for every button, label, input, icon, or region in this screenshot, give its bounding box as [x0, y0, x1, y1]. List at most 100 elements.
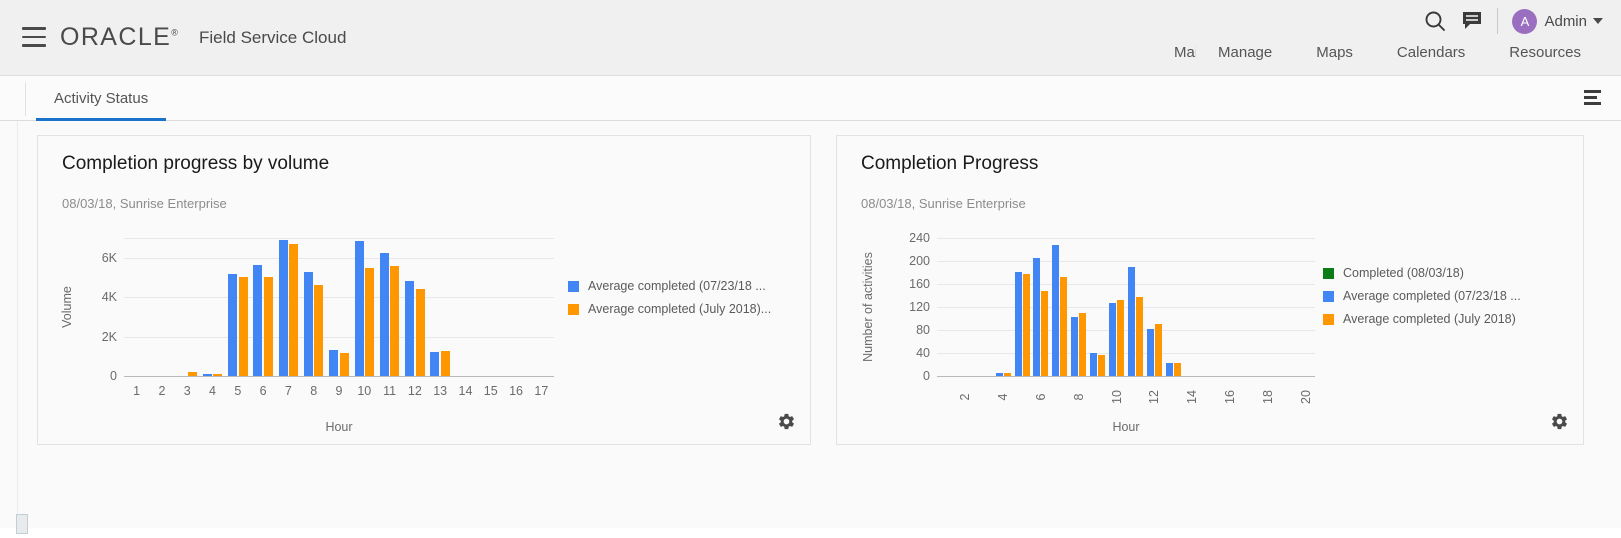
plot-area: 02K4K6K	[124, 238, 554, 376]
left-rail	[17, 121, 18, 538]
bar[interactable]	[1098, 355, 1105, 376]
main-navigation: Main Manage Maps Calendars Resources	[1152, 44, 1603, 61]
list-bar	[1584, 96, 1597, 99]
card-title: Completion Progress	[861, 153, 1038, 175]
bar[interactable]	[1071, 317, 1078, 376]
x-axis-tick-label: 6	[249, 384, 277, 398]
app-header: ORACLE® Field Service Cloud A Admin Main…	[0, 0, 1621, 76]
gridline	[937, 307, 1315, 308]
bar[interactable]	[1060, 277, 1067, 376]
gridline	[937, 330, 1315, 331]
bar[interactable]	[213, 374, 222, 376]
bar[interactable]	[203, 374, 212, 376]
dashboard-content: Completion progress by volume 08/03/18, …	[0, 121, 1621, 538]
tab-separator	[25, 82, 26, 116]
bar[interactable]	[365, 268, 374, 376]
gridline	[124, 337, 554, 338]
gridline	[124, 258, 554, 259]
bar[interactable]	[1033, 258, 1040, 376]
horizontal-scrollbar-thumb[interactable]	[16, 514, 28, 534]
y-axis-tick-label: 240	[909, 231, 930, 245]
gridline	[124, 297, 554, 298]
x-axis-tick-label: 16	[1223, 383, 1237, 411]
legend-swatch	[1323, 268, 1334, 279]
bar[interactable]	[1090, 353, 1097, 376]
bar[interactable]	[253, 265, 262, 376]
legend-swatch	[568, 281, 579, 292]
bar[interactable]	[228, 274, 237, 376]
tab-activity-status[interactable]: Activity Status	[36, 76, 166, 121]
header-actions: A Admin	[1423, 8, 1603, 34]
bar[interactable]	[1079, 313, 1086, 376]
bar[interactable]	[1052, 245, 1059, 376]
bar[interactable]	[1023, 274, 1030, 376]
nav-item-maps[interactable]: Maps	[1294, 44, 1375, 61]
x-axis-tick-label: 13	[426, 384, 454, 398]
list-bar	[1584, 90, 1601, 93]
x-axis-tick-label: 11	[376, 384, 404, 398]
legend-swatch	[1323, 314, 1334, 325]
bar[interactable]	[430, 352, 439, 376]
search-icon[interactable]	[1423, 9, 1447, 33]
x-axis-tick-label: 17	[527, 384, 555, 398]
bar[interactable]	[1004, 373, 1011, 376]
bar[interactable]	[1166, 363, 1173, 376]
bar[interactable]	[304, 272, 313, 376]
bar[interactable]	[1155, 324, 1162, 376]
nav-item-main[interactable]: Main	[1152, 44, 1196, 61]
bar[interactable]	[380, 253, 389, 376]
bar[interactable]	[279, 240, 288, 376]
list-menu-icon[interactable]	[1584, 90, 1601, 108]
bar[interactable]	[405, 281, 414, 376]
card-subtitle: 08/03/18, Sunrise Enterprise	[62, 196, 227, 211]
y-axis-title: Volume	[60, 238, 74, 376]
bar[interactable]	[1136, 297, 1143, 376]
bar[interactable]	[289, 244, 298, 376]
list-bar	[1584, 102, 1601, 105]
gear-icon[interactable]	[777, 412, 796, 436]
bar[interactable]	[1041, 291, 1048, 376]
bar[interactable]	[996, 373, 1003, 376]
bar[interactable]	[1015, 272, 1022, 376]
legend-item[interactable]: Average completed (July 2018)	[1323, 312, 1521, 326]
legend-item[interactable]: Average completed (July 2018)...	[568, 302, 771, 316]
bar[interactable]	[1128, 267, 1135, 376]
hamburger-icon[interactable]	[22, 27, 46, 47]
bar[interactable]	[1174, 363, 1181, 376]
app-title: Field Service Cloud	[199, 28, 346, 48]
bar[interactable]	[416, 289, 425, 376]
legend-item[interactable]: Average completed (07/23/18 ...	[568, 279, 771, 293]
bar[interactable]	[314, 285, 323, 376]
legend-item[interactable]: Completed (08/03/18)	[1323, 266, 1521, 280]
user-menu[interactable]: A Admin	[1512, 9, 1603, 34]
x-axis-tick-label: 20	[1299, 383, 1313, 411]
bar[interactable]	[340, 353, 349, 376]
x-axis-tick-label: 2	[958, 383, 972, 411]
nav-item-calendars[interactable]: Calendars	[1375, 44, 1487, 61]
bar[interactable]	[188, 372, 197, 376]
nav-item-resources[interactable]: Resources	[1487, 44, 1603, 61]
chevron-down-icon	[1593, 18, 1603, 24]
bar[interactable]	[390, 266, 399, 376]
nav-item-manage[interactable]: Manage	[1196, 44, 1294, 61]
tab-bar: Activity Status	[0, 76, 1621, 121]
x-axis-title: Hour	[937, 420, 1315, 434]
legend-item[interactable]: Average completed (07/23/18 ...	[1323, 289, 1521, 303]
x-axis-line	[124, 376, 554, 377]
bar[interactable]	[264, 277, 273, 376]
x-axis-tick-label: 16	[502, 384, 530, 398]
chat-bubble-icon[interactable]	[1461, 10, 1483, 32]
bar[interactable]	[1147, 329, 1154, 376]
x-axis-tick-label: 12	[1147, 383, 1161, 411]
bar[interactable]	[329, 350, 338, 376]
bar[interactable]	[1109, 303, 1116, 376]
gear-icon[interactable]	[1550, 412, 1569, 436]
bar[interactable]	[441, 351, 450, 376]
y-axis-tick-label: 6K	[102, 251, 117, 265]
x-axis-tick-label: 7	[274, 384, 302, 398]
legend-label: Average completed (July 2018)	[1343, 312, 1516, 326]
gridline	[937, 353, 1315, 354]
bar[interactable]	[355, 241, 364, 376]
bar[interactable]	[239, 277, 248, 376]
bar[interactable]	[1117, 300, 1124, 376]
